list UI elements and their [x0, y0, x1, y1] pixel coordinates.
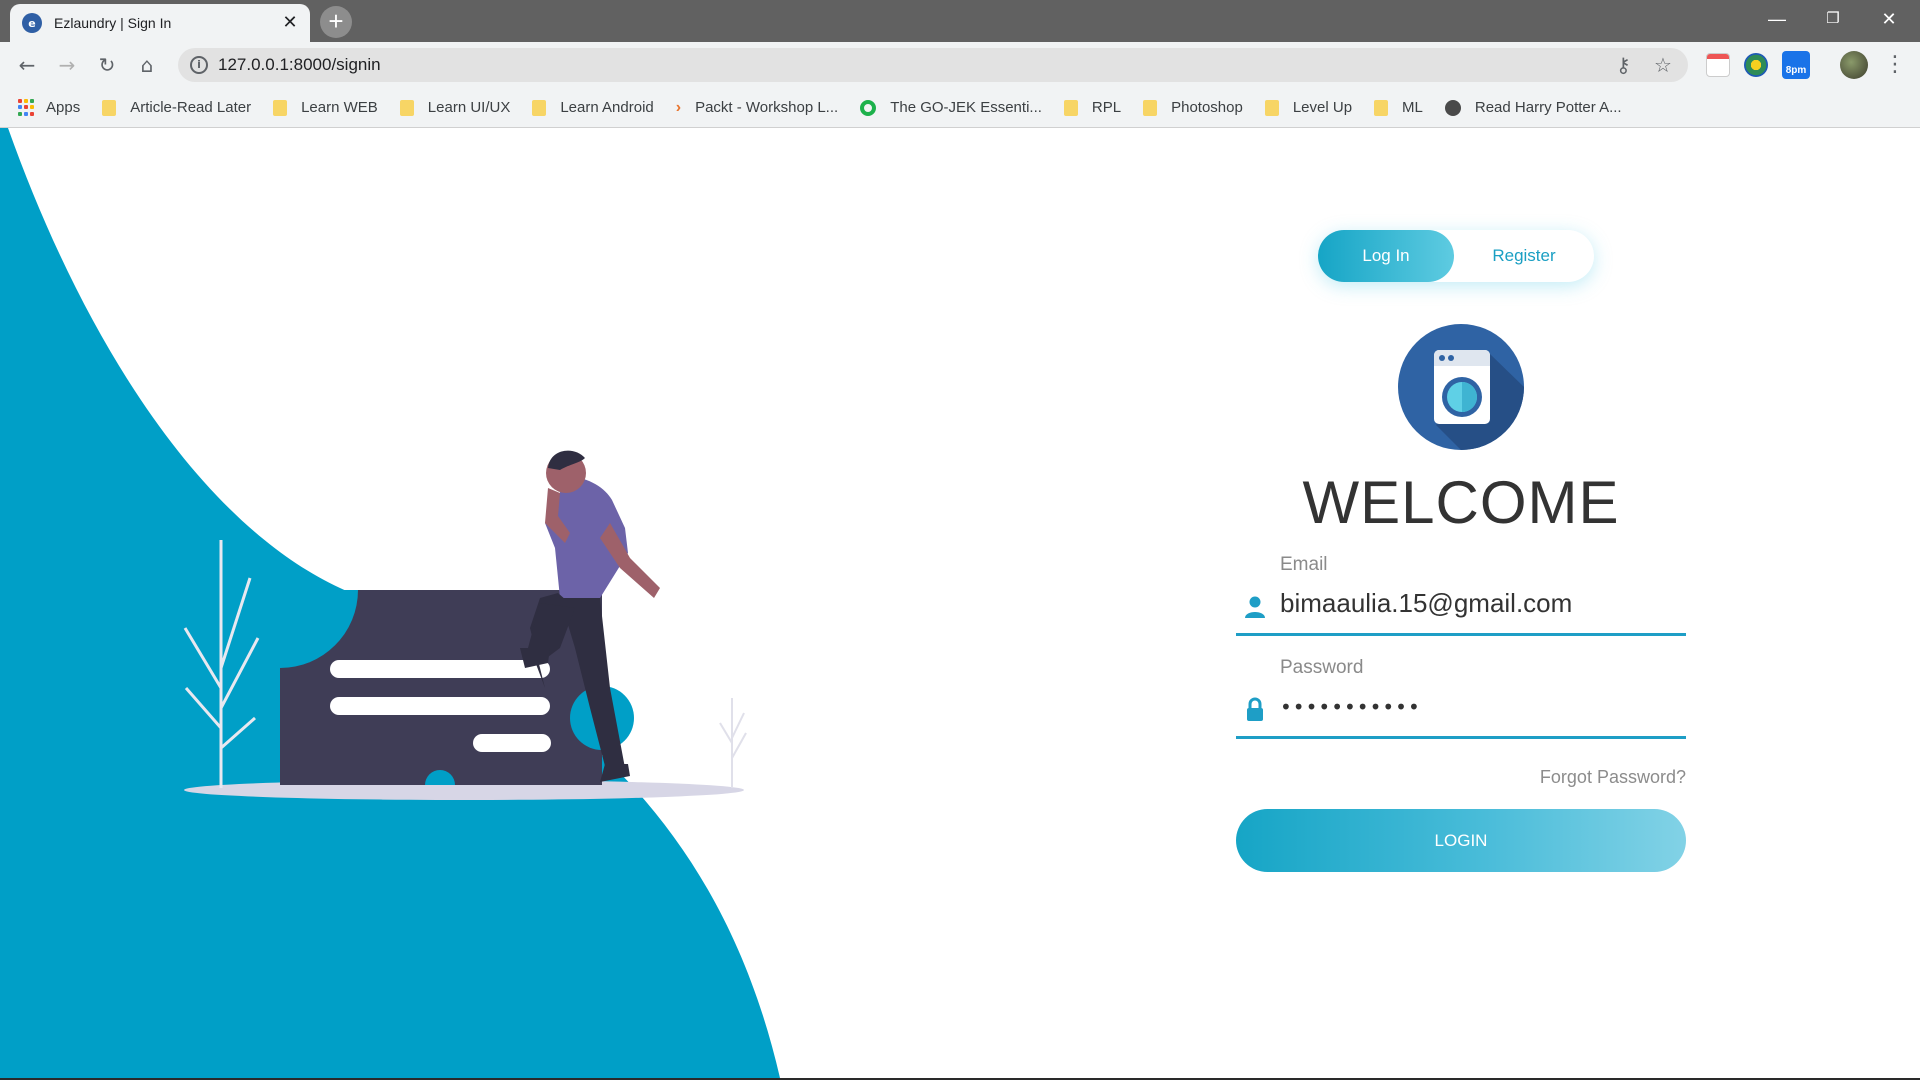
globe-icon [1444, 99, 1461, 116]
close-window-button[interactable]: ✕ [1866, 0, 1912, 38]
bookmark-label: Photoshop [1171, 99, 1243, 116]
login-tab[interactable]: Log In [1318, 230, 1454, 282]
signin-page: Log In Register WELCOME Email bimaaulia.… [0, 128, 1920, 1078]
bookmarks-bar: Apps Article-Read Later Learn WEB Learn … [0, 88, 1920, 128]
calendar-extension-icon[interactable] [1706, 53, 1730, 77]
clock-extension-icon[interactable]: 8pm [1782, 51, 1810, 79]
login-button[interactable]: LOGIN [1236, 809, 1686, 872]
folder-icon [1264, 99, 1279, 116]
close-tab-icon[interactable]: ✕ [280, 13, 300, 33]
bookmark-label: Apps [46, 99, 81, 116]
forward-icon[interactable]: → [52, 50, 82, 80]
new-tab-button[interactable]: + [320, 6, 352, 38]
packt-icon: › [675, 98, 682, 116]
globe-extension-icon[interactable] [1744, 53, 1768, 77]
folder-icon [1143, 99, 1158, 116]
browser-toolbar: ← → ↻ ⌂ i 127.0.0.1:8000/signin ⚷ ☆ 8pm … [0, 42, 1920, 88]
forgot-password-link[interactable]: Forgot Password? [1420, 767, 1686, 788]
bookmark-star-icon[interactable]: ☆ [1654, 53, 1672, 77]
apps-grid-icon [18, 98, 36, 117]
site-info-icon[interactable]: i [190, 56, 208, 74]
lock-icon [1247, 697, 1263, 721]
folder-icon [532, 99, 547, 116]
folder-icon [102, 99, 117, 116]
bookmark-label: RPL [1091, 99, 1122, 116]
bookmark-rpl[interactable]: RPL [1063, 99, 1122, 116]
password-input[interactable]: ••••••••••• [1280, 695, 1421, 719]
folder-icon [273, 99, 288, 116]
plant-right-icon [719, 698, 747, 788]
card-line-2 [330, 697, 550, 715]
bookmark-article-read-later[interactable]: Article-Read Later [102, 99, 251, 116]
bookmark-label: Learn Android [560, 99, 654, 116]
ezlaundry-favicon-icon: e [22, 13, 42, 33]
bookmark-gojek[interactable]: The GO-JEK Essenti... [860, 99, 1042, 116]
reload-icon[interactable]: ↻ [92, 50, 122, 80]
email-input[interactable]: bimaaulia.15@gmail.com [1280, 588, 1572, 619]
menu-dots-icon[interactable]: ⋮ [1880, 50, 1910, 80]
minimize-button[interactable]: — [1754, 0, 1800, 38]
folder-icon [1374, 99, 1389, 116]
card-line-3 [473, 734, 551, 752]
bookmark-label: Packt - Workshop L... [695, 99, 839, 116]
bookmark-label: Learn WEB [301, 99, 378, 116]
home-icon[interactable]: ⌂ [132, 50, 162, 80]
bookmark-label: Level Up [1292, 99, 1353, 116]
bookmark-label: The GO-JEK Essenti... [890, 99, 1042, 116]
back-icon[interactable]: ← [12, 50, 42, 80]
bookmark-apps[interactable]: Apps [18, 98, 81, 117]
bookmark-label: Learn UI/UX [427, 99, 511, 116]
email-label: Email [1280, 554, 1328, 575]
email-field[interactable]: Email bimaaulia.15@gmail.com [1236, 554, 1686, 636]
washing-machine-logo-icon [1398, 324, 1524, 450]
bookmark-label: ML [1402, 99, 1423, 116]
register-tab[interactable]: Register [1454, 230, 1594, 282]
gojek-icon [860, 99, 877, 116]
tab-title: Ezlaundry | Sign In [54, 15, 172, 31]
bookmark-label: Read Harry Potter A... [1474, 99, 1622, 116]
bookmark-harry-potter[interactable]: Read Harry Potter A... [1444, 99, 1622, 116]
bookmark-label: Article-Read Later [130, 99, 252, 116]
browser-titlebar: e Ezlaundry | Sign In ✕ + — ❐ ✕ [0, 0, 1920, 42]
key-icon[interactable]: ⚷ [1616, 53, 1631, 77]
card-line-1 [330, 660, 550, 678]
auth-toggle: Log In Register [1318, 230, 1594, 282]
password-label: Password [1280, 657, 1364, 678]
bookmark-learn-uiux[interactable]: Learn UI/UX [399, 99, 511, 116]
bookmark-learn-web[interactable]: Learn WEB [273, 99, 378, 116]
folder-icon [399, 99, 414, 116]
profile-avatar[interactable] [1840, 51, 1868, 79]
bookmark-packt[interactable]: › Packt - Workshop L... [676, 99, 838, 117]
bookmark-ml[interactable]: ML [1374, 99, 1423, 116]
address-url[interactable]: 127.0.0.1:8000/signin [218, 55, 381, 75]
password-field[interactable]: Password ••••••••••• [1236, 657, 1686, 739]
welcome-heading: WELCOME [1302, 469, 1620, 536]
address-bar[interactable]: i 127.0.0.1:8000/signin ⚷ ☆ [178, 48, 1688, 82]
bookmark-photoshop[interactable]: Photoshop [1143, 99, 1243, 116]
restore-button[interactable]: ❐ [1810, 0, 1856, 38]
user-icon [1245, 596, 1265, 618]
browser-tab[interactable]: e Ezlaundry | Sign In ✕ [10, 4, 310, 42]
folder-icon [1063, 99, 1078, 116]
bookmark-level-up[interactable]: Level Up [1264, 99, 1353, 116]
bookmark-learn-android[interactable]: Learn Android [532, 99, 654, 116]
